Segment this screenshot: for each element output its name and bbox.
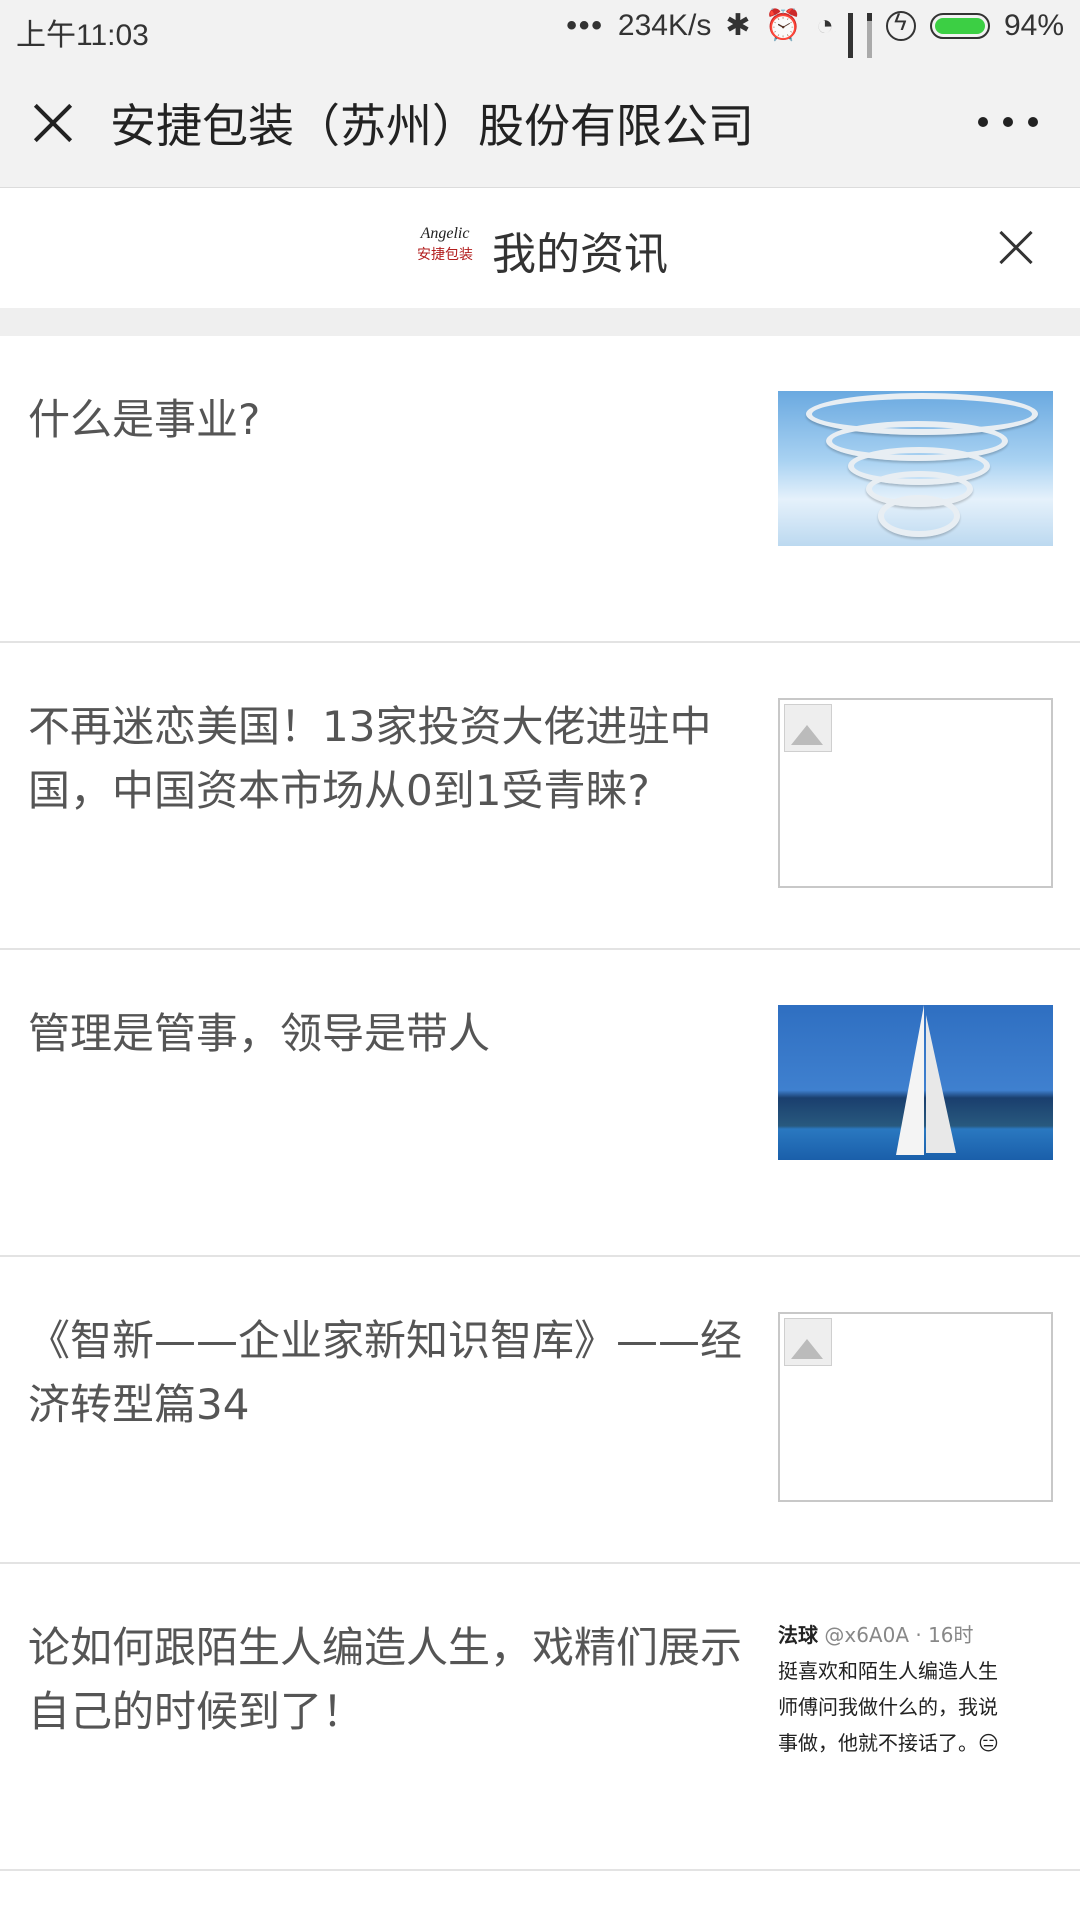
signal-strength-weak-icon	[866, 12, 872, 76]
status-bar: 上午11:03 ••• 234K/s ✱ ⏰ ◔ 94%	[0, 0, 1080, 76]
close-panel-icon[interactable]	[994, 226, 1038, 270]
tweet-author: 法球	[778, 1623, 818, 1647]
tweet-text: 事做，他就不接话了。😑	[778, 1731, 999, 1755]
news-title: 什么是事业?	[28, 395, 261, 444]
title-bar: 安捷包装（苏州）股份有限公司	[0, 58, 1080, 188]
news-item[interactable]: 不再迷恋美国！13家投资大佬进驻中国，中国资本市场从0到1受青睐?	[0, 643, 1080, 950]
battery-icon	[929, 12, 990, 39]
more-options-icon[interactable]	[978, 102, 1038, 142]
news-title: 论如何跟陌生人编造人生，戏精们展示自己的时候到了！	[28, 1623, 743, 1736]
sub-header: Angelic 安捷包装 我的资讯	[0, 188, 1080, 308]
tweet-text: 挺喜欢和陌生人编造人生	[778, 1659, 998, 1683]
status-time: 上午11:03	[16, 19, 149, 52]
news-thumbnail	[778, 698, 1053, 888]
close-icon[interactable]	[28, 98, 78, 148]
charging-icon	[885, 9, 916, 41]
bluetooth-icon: ✱	[725, 9, 751, 42]
broken-image-icon	[784, 1318, 832, 1366]
more-notifications-icon: •••	[566, 8, 604, 42]
tweet-handle: @x6A0A · 16时	[824, 1623, 974, 1647]
news-item[interactable]: 什么是事业?	[0, 336, 1080, 643]
alarm-icon: ⏰	[764, 9, 802, 42]
page-title: 安捷包装（苏州）股份有限公司	[110, 99, 754, 153]
news-list: 什么是事业? 不再迷恋美国！13家投资大佬进驻中国，中国资本市场从0到1受青睐?…	[0, 336, 1080, 1871]
section-title: 我的资讯	[492, 229, 668, 280]
tweet-text: 师傅问我做什么的，我说	[778, 1695, 998, 1719]
news-thumbnail	[778, 391, 1053, 546]
wifi-icon: ◔	[815, 8, 834, 42]
news-item[interactable]: 论如何跟陌生人编造人生，戏精们展示自己的时候到了！ 法球 @x6A0A · 16…	[0, 1564, 1080, 1871]
news-thumbnail	[778, 1005, 1053, 1160]
divider	[0, 308, 1080, 336]
news-thumbnail	[778, 1312, 1053, 1502]
news-item[interactable]: 《智新——企业家新知识智库》——经济转型篇34	[0, 1257, 1080, 1564]
status-icons: ••• 234K/s ✱ ⏰ ◔ 94%	[566, 8, 1064, 76]
news-title: 管理是管事，领导是带人	[28, 1009, 491, 1058]
news-title: 不再迷恋美国！13家投资大佬进驻中国，中国资本市场从0到1受青睐?	[28, 702, 712, 815]
network-speed: 234K/s	[617, 8, 712, 42]
battery-percent: 94%	[1003, 8, 1064, 42]
signal-strength-icon	[847, 12, 853, 76]
company-logo: Angelic 安捷包装	[417, 225, 473, 263]
news-thumbnail: 法球 @x6A0A · 16时 挺喜欢和陌生人编造人生 师傅问我做什么的，我说 …	[778, 1619, 1053, 1774]
broken-image-icon	[784, 704, 832, 752]
news-title: 《智新——企业家新知识智库》——经济转型篇34	[28, 1316, 743, 1429]
news-item[interactable]: 管理是管事，领导是带人	[0, 950, 1080, 1257]
